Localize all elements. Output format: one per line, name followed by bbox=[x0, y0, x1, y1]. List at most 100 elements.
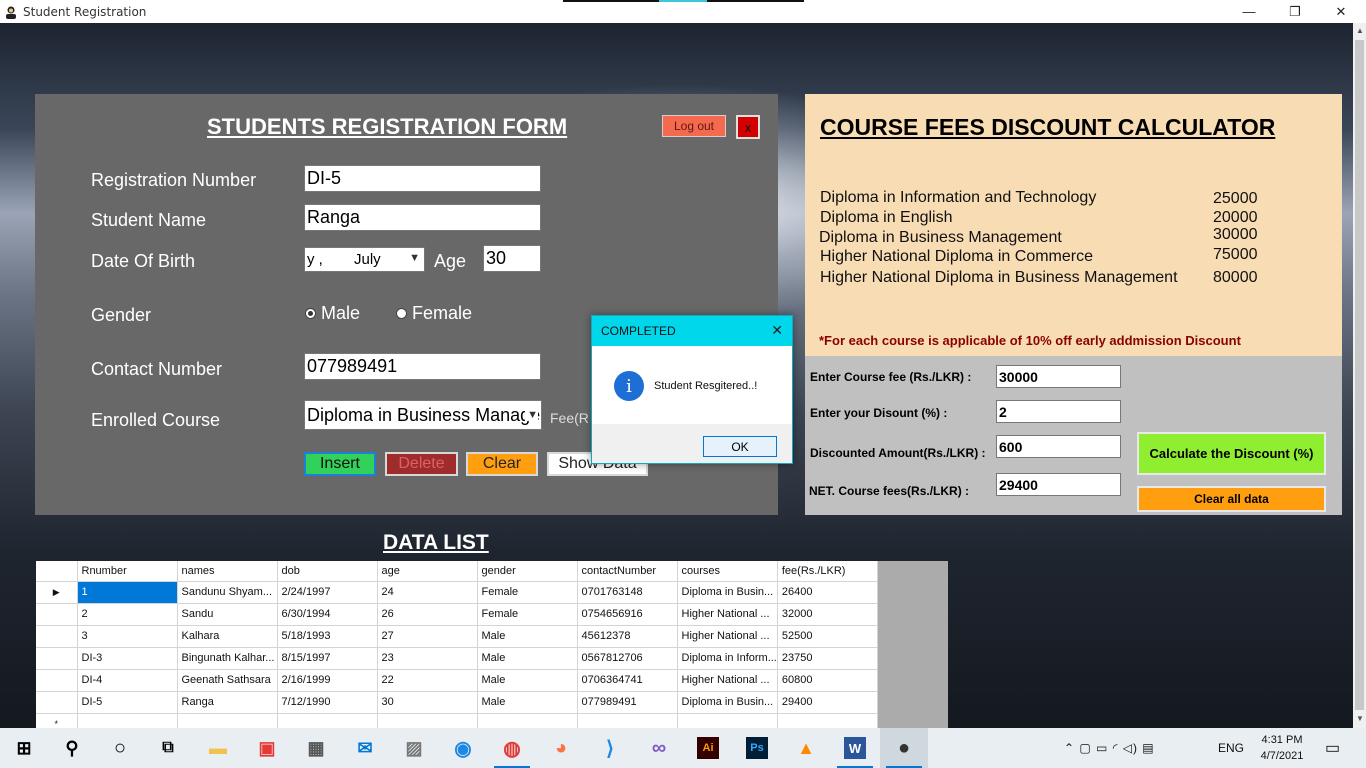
dialog-ok-button[interactable]: OK bbox=[703, 436, 777, 457]
table-cell[interactable] bbox=[77, 713, 178, 728]
table-cell[interactable]: DI-3 bbox=[77, 647, 178, 670]
taskbar-mail[interactable]: ✉ bbox=[341, 728, 389, 768]
data-grid[interactable]: Rnumber names dob age gender contactNumb… bbox=[36, 561, 948, 728]
discounted-amount-output[interactable]: 600 bbox=[996, 435, 1121, 458]
row-header-cell[interactable] bbox=[36, 669, 78, 692]
table-cell[interactable]: 0754656916 bbox=[577, 603, 678, 626]
net-fee-output[interactable]: 29400 bbox=[996, 473, 1121, 496]
new-table-row[interactable]: * bbox=[36, 713, 878, 728]
table-cell[interactable]: Female bbox=[477, 603, 578, 626]
tray-icons[interactable]: ⌃ ▢ ▭ ◜ ◁) ▤ bbox=[1064, 728, 1155, 768]
restore-button[interactable]: ❐ bbox=[1272, 0, 1318, 23]
course-select[interactable]: Diploma in Business Management ▼ bbox=[304, 400, 542, 430]
table-cell[interactable] bbox=[477, 713, 578, 728]
discount-pct-input[interactable]: 2 bbox=[996, 400, 1121, 423]
table-cell[interactable] bbox=[577, 713, 678, 728]
taskbar-illustrator[interactable]: Ai bbox=[684, 728, 732, 768]
scroll-up-icon[interactable]: ▲ bbox=[1356, 26, 1364, 35]
table-row[interactable]: 2 Sandu 6/30/1994 26 Female 0754656916 H… bbox=[36, 603, 878, 626]
table-cell[interactable] bbox=[677, 713, 778, 728]
scrollbar-thumb[interactable] bbox=[1355, 40, 1364, 710]
calculate-discount-button[interactable]: Calculate the Discount (%) bbox=[1137, 432, 1326, 475]
col-header-contact[interactable]: contactNumber bbox=[577, 561, 678, 582]
table-cell[interactable]: Higher National ... bbox=[677, 603, 778, 626]
table-cell[interactable]: Bingunath Kalhar... bbox=[177, 647, 278, 670]
table-cell[interactable]: Female bbox=[477, 581, 578, 604]
table-cell[interactable]: 22 bbox=[377, 669, 478, 692]
taskbar-vlc[interactable]: ▲ bbox=[782, 728, 830, 768]
table-cell[interactable] bbox=[777, 713, 878, 728]
table-cell[interactable]: 0701763148 bbox=[577, 581, 678, 604]
table-cell[interactable]: 24 bbox=[377, 581, 478, 604]
row-header-cell[interactable] bbox=[36, 691, 78, 714]
chevron-down-icon[interactable]: ▼ bbox=[525, 409, 538, 421]
table-cell[interactable]: 7/12/1990 bbox=[277, 691, 378, 714]
table-cell[interactable]: Male bbox=[477, 647, 578, 670]
notification-icon[interactable]: ▭ bbox=[1325, 728, 1340, 768]
table-cell[interactable]: Geenath Sathsara bbox=[177, 669, 278, 692]
taskbar-student-app[interactable]: ● bbox=[880, 728, 928, 768]
table-cell[interactable]: Male bbox=[477, 669, 578, 692]
gender-male-radio[interactable]: Male bbox=[305, 303, 360, 324]
table-cell[interactable]: Diploma in Inform... bbox=[677, 647, 778, 670]
table-cell[interactable]: 077989491 bbox=[577, 691, 678, 714]
taskbar-photoshop[interactable]: Ps bbox=[733, 728, 781, 768]
col-header-rnumber[interactable]: Rnumber bbox=[77, 561, 178, 582]
gender-female-radio[interactable]: Female bbox=[396, 303, 472, 324]
table-cell[interactable]: 6/30/1994 bbox=[277, 603, 378, 626]
table-cell[interactable]: Male bbox=[477, 625, 578, 648]
cortana-button[interactable]: ○ bbox=[96, 728, 144, 768]
scroll-down-icon[interactable]: ▼ bbox=[1356, 714, 1364, 723]
table-cell[interactable]: 27 bbox=[377, 625, 478, 648]
taskbar-firefox[interactable]: ◕ bbox=[537, 728, 585, 768]
taskbar-photos[interactable]: ▨ bbox=[390, 728, 438, 768]
taskbar-visual-studio[interactable]: ∞ bbox=[635, 728, 683, 768]
table-cell[interactable]: Higher National ... bbox=[677, 669, 778, 692]
col-header-fee[interactable]: fee(Rs./LKR) bbox=[777, 561, 878, 582]
insert-button[interactable]: Insert bbox=[304, 452, 376, 476]
minimize-button[interactable]: — bbox=[1226, 0, 1272, 23]
table-cell[interactable]: 32000 bbox=[777, 603, 878, 626]
table-cell[interactable]: Higher National ... bbox=[677, 625, 778, 648]
table-cell[interactable] bbox=[377, 713, 478, 728]
new-row-icon[interactable]: * bbox=[36, 713, 78, 728]
col-header-gender[interactable]: gender bbox=[477, 561, 578, 582]
table-cell[interactable]: 29400 bbox=[777, 691, 878, 714]
vertical-scrollbar[interactable]: ▲ ▼ bbox=[1353, 23, 1366, 728]
course-fee-input[interactable]: 30000 bbox=[996, 365, 1121, 388]
row-header-cell[interactable] bbox=[36, 625, 78, 648]
table-cell[interactable]: 3 bbox=[77, 625, 178, 648]
close-form-button[interactable]: x bbox=[736, 115, 760, 139]
current-row-icon[interactable]: ▶ bbox=[36, 581, 78, 604]
taskbar-file-explorer[interactable]: ▬ bbox=[194, 728, 242, 768]
dob-picker[interactable]: y , July ▼ bbox=[304, 247, 425, 272]
task-view-button[interactable]: ⧉ bbox=[144, 728, 192, 768]
col-header-names[interactable]: names bbox=[177, 561, 278, 582]
table-cell[interactable]: 60800 bbox=[777, 669, 878, 692]
col-header-dob[interactable]: dob bbox=[277, 561, 378, 582]
clear-all-data-button[interactable]: Clear all data bbox=[1137, 486, 1326, 512]
table-row[interactable]: DI-4 Geenath Sathsara 2/16/1999 22 Male … bbox=[36, 669, 878, 692]
logout-button[interactable]: Log out bbox=[662, 115, 726, 137]
reg-number-input[interactable]: DI-5 bbox=[304, 165, 541, 192]
table-cell[interactable]: 52500 bbox=[777, 625, 878, 648]
age-input[interactable]: 30 bbox=[483, 245, 541, 272]
table-cell[interactable]: 45612378 bbox=[577, 625, 678, 648]
table-cell[interactable] bbox=[277, 713, 378, 728]
table-cell[interactable]: 2 bbox=[77, 603, 178, 626]
dialog-close-icon[interactable]: ✕ bbox=[771, 322, 783, 339]
row-header-cell[interactable] bbox=[36, 647, 78, 670]
table-cell[interactable]: 5/18/1993 bbox=[277, 625, 378, 648]
taskbar-edge[interactable]: ◉ bbox=[439, 728, 487, 768]
row-header-cell[interactable] bbox=[36, 603, 78, 626]
grid-corner-cell[interactable] bbox=[36, 561, 78, 582]
close-window-button[interactable]: ✕ bbox=[1318, 0, 1364, 23]
table-cell[interactable]: 1 bbox=[77, 581, 178, 604]
taskbar-store[interactable]: ▦ bbox=[292, 728, 340, 768]
table-cell[interactable] bbox=[177, 713, 278, 728]
table-cell[interactable]: DI-5 bbox=[77, 691, 178, 714]
table-cell[interactable]: Ranga bbox=[177, 691, 278, 714]
table-row[interactable]: DI-3 Bingunath Kalhar... 8/15/1997 23 Ma… bbox=[36, 647, 878, 670]
col-header-age[interactable]: age bbox=[377, 561, 478, 582]
table-cell[interactable]: Diploma in Busin... bbox=[677, 691, 778, 714]
